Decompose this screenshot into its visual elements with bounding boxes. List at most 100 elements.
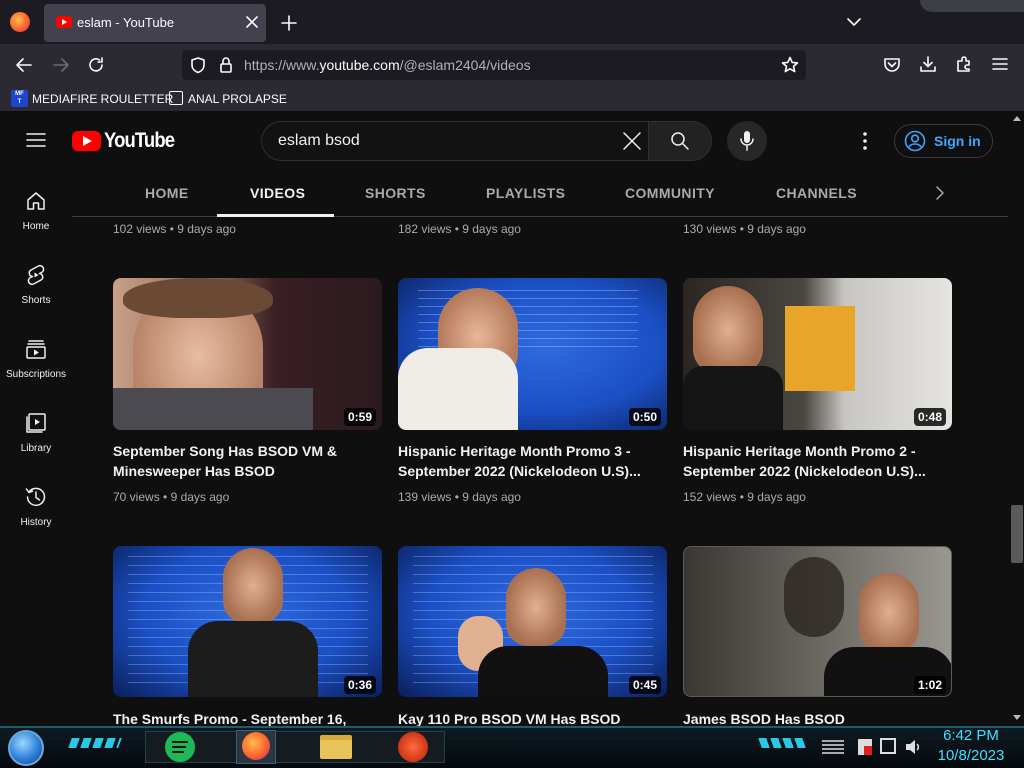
youtube-favicon-icon bbox=[56, 16, 72, 28]
flag-icon[interactable] bbox=[858, 739, 872, 755]
video-title[interactable]: Hispanic Heritage Month Promo 2 - Septem… bbox=[683, 441, 945, 481]
app-swirl-icon[interactable] bbox=[398, 732, 428, 762]
url-path: /@eslam2404/videos bbox=[399, 57, 531, 73]
volume-icon[interactable] bbox=[904, 738, 922, 756]
microphone-icon bbox=[740, 131, 754, 151]
close-tab-icon[interactable] bbox=[245, 15, 259, 29]
file-explorer-icon[interactable] bbox=[320, 735, 352, 759]
video-thumbnail[interactable] bbox=[683, 546, 952, 697]
thumbnail-face bbox=[506, 568, 566, 646]
video-thumbnail[interactable] bbox=[683, 278, 952, 430]
extensions-icon[interactable] bbox=[955, 55, 973, 73]
thumbnail-shirt bbox=[683, 366, 783, 430]
scrollbar-thumb[interactable] bbox=[1011, 505, 1023, 563]
hamburger-menu-icon[interactable] bbox=[992, 57, 1008, 71]
sidebar-label-subscriptions: Subscriptions bbox=[5, 369, 67, 380]
sidebar-item-library[interactable]: Library bbox=[0, 408, 72, 482]
sidebar-label-library: Library bbox=[20, 443, 52, 454]
action-center-icon[interactable] bbox=[822, 740, 844, 754]
tab-videos[interactable]: VIDEOS bbox=[250, 185, 305, 201]
tab-title: eslam - YouTube bbox=[77, 15, 175, 30]
firefox-menu-icon[interactable] bbox=[10, 12, 30, 32]
view-count: 70 views bbox=[113, 490, 160, 504]
window-frame-decoration bbox=[920, 0, 1024, 12]
thumbnail-shirt bbox=[113, 388, 313, 430]
view-count: 139 views bbox=[398, 490, 452, 504]
video-thumbnail[interactable] bbox=[398, 546, 667, 697]
pocket-icon[interactable] bbox=[883, 57, 901, 73]
shield-icon[interactable] bbox=[189, 56, 207, 74]
upload-age: 9 days ago bbox=[462, 222, 521, 236]
tabs-next-chevron-icon[interactable] bbox=[934, 185, 946, 201]
subscriptions-icon bbox=[26, 340, 46, 359]
tab-channels[interactable]: CHANNELS bbox=[776, 185, 857, 201]
thumbnail-face bbox=[223, 548, 283, 623]
network-icon[interactable] bbox=[880, 738, 896, 754]
thumbnail-suit bbox=[478, 646, 608, 697]
spotify-icon[interactable] bbox=[165, 732, 195, 762]
back-icon[interactable] bbox=[15, 57, 33, 73]
video-thumbnail[interactable] bbox=[113, 546, 382, 697]
heritage-poster bbox=[785, 306, 855, 391]
tab-shorts[interactable]: SHORTS bbox=[365, 185, 426, 201]
tab-playlists[interactable]: PLAYLISTS bbox=[486, 185, 565, 201]
upload-age: 9 days ago bbox=[462, 490, 521, 504]
scrollbar-track[interactable] bbox=[1010, 112, 1024, 726]
tab-community[interactable]: COMMUNITY bbox=[625, 185, 715, 201]
video-thumbnail[interactable] bbox=[113, 278, 382, 430]
video-meta: 139 views • 9 days ago bbox=[398, 490, 521, 504]
start-button[interactable] bbox=[8, 730, 44, 766]
scroll-down-arrow-icon[interactable] bbox=[1012, 714, 1022, 722]
thumbnail-shirt bbox=[188, 621, 318, 697]
youtube-logo-icon[interactable] bbox=[72, 131, 101, 151]
sidebar-label-history: History bbox=[20, 517, 52, 528]
bookmark-mediafire[interactable]: MEDIAFIRE ROULETTER bbox=[32, 92, 173, 106]
sidebar-item-shorts[interactable]: Shorts bbox=[0, 260, 72, 334]
search-icon bbox=[671, 132, 689, 150]
firefox-icon bbox=[242, 732, 270, 760]
sidebar-label-shorts: Shorts bbox=[21, 295, 51, 306]
tab-list-chevron-icon[interactable] bbox=[846, 16, 862, 28]
view-count: 152 views bbox=[683, 490, 737, 504]
clock-date[interactable]: 10/8/2023 bbox=[934, 747, 1008, 764]
scroll-up-arrow-icon[interactable] bbox=[1012, 114, 1022, 122]
guide-menu-icon[interactable] bbox=[26, 132, 46, 148]
new-tab-icon[interactable] bbox=[281, 15, 297, 31]
shorts-icon bbox=[27, 264, 45, 286]
url-prefix: https://www. bbox=[244, 57, 320, 73]
video-meta: 182 views • 9 days ago bbox=[398, 222, 521, 236]
history-icon bbox=[25, 487, 46, 506]
bookmark-second[interactable]: ANAL PROLAPSE bbox=[188, 92, 287, 106]
settings-more-icon[interactable] bbox=[859, 131, 871, 151]
clear-search-icon[interactable] bbox=[622, 131, 642, 151]
video-duration: 1:02 bbox=[914, 676, 947, 694]
home-icon bbox=[27, 192, 45, 210]
url-text[interactable]: https://www.youtube.com/@eslam2404/video… bbox=[244, 57, 531, 73]
tab-home[interactable]: HOME bbox=[145, 185, 189, 201]
video-title[interactable]: Hispanic Heritage Month Promo 3 - Septem… bbox=[398, 441, 660, 481]
view-count: 130 views bbox=[683, 222, 737, 236]
youtube-logo-text[interactable]: YouTube bbox=[104, 129, 175, 153]
upload-age: 9 days ago bbox=[747, 490, 806, 504]
view-count: 102 views bbox=[113, 222, 167, 236]
video-meta: 102 views • 9 days ago bbox=[113, 222, 236, 236]
mediafire-icon: MF T bbox=[11, 90, 28, 107]
thumbnail-shirt bbox=[398, 348, 518, 430]
sidebar-item-history[interactable]: History bbox=[0, 482, 72, 556]
downloads-icon[interactable] bbox=[919, 55, 937, 73]
reload-icon[interactable] bbox=[87, 56, 105, 74]
clock-time[interactable]: 6:42 PM bbox=[934, 727, 1008, 744]
sidebar-item-subscriptions[interactable]: Subscriptions bbox=[0, 334, 72, 408]
upload-age: 9 days ago bbox=[747, 222, 806, 236]
view-count: 182 views bbox=[398, 222, 452, 236]
active-tab-indicator bbox=[217, 214, 334, 217]
tabs-divider bbox=[72, 216, 1008, 217]
video-meta: 70 views • 9 days ago bbox=[113, 490, 230, 504]
sidebar-item-home[interactable]: Home bbox=[0, 186, 72, 260]
video-thumbnail[interactable] bbox=[398, 278, 667, 430]
bookmark-star-icon[interactable] bbox=[781, 56, 799, 74]
forward-icon[interactable] bbox=[52, 57, 70, 73]
video-title[interactable]: September Song Has BSOD VM & Minesweeper… bbox=[113, 441, 375, 481]
sidebar-label-home: Home bbox=[22, 221, 50, 232]
lock-icon[interactable] bbox=[218, 56, 234, 74]
